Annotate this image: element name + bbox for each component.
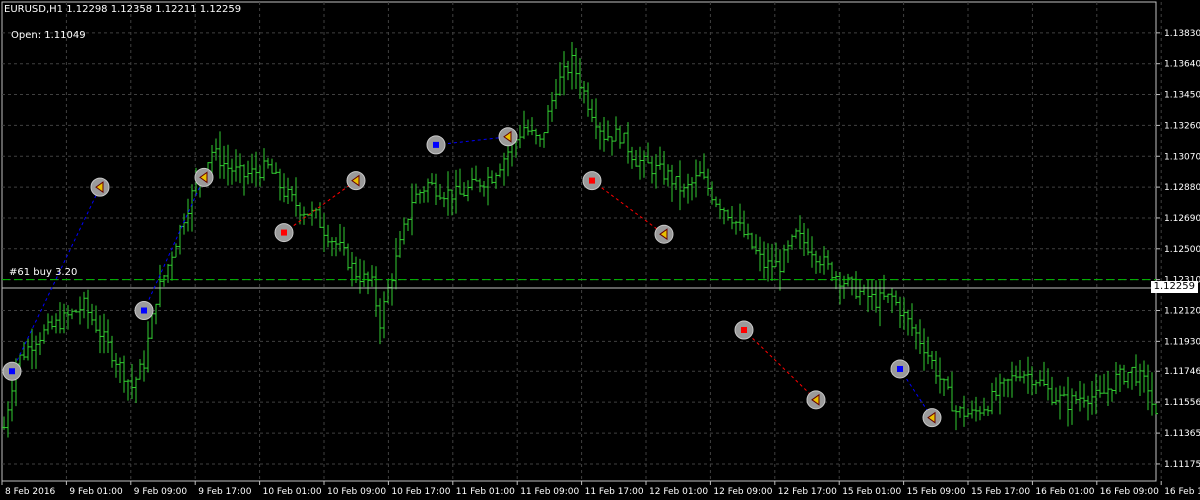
y-tick-label: 1.13260 xyxy=(1164,121,1200,131)
x-tick-label: 11 Feb 17:00 xyxy=(585,487,644,497)
trade-line xyxy=(591,180,665,235)
y-tick-label: 1.13450 xyxy=(1164,91,1200,101)
x-tick-label: 8 Feb 2016 xyxy=(5,487,56,497)
x-tick-label: 12 Feb 01:00 xyxy=(649,487,708,497)
y-tick-label: 1.11930 xyxy=(1164,337,1200,347)
trade-entry-dot xyxy=(9,368,15,375)
y-tick-label: 1.11365 xyxy=(1164,429,1200,439)
x-tick-label: 10 Feb 09:00 xyxy=(327,487,386,497)
x-tick-label: 15 Feb 01:00 xyxy=(842,487,901,497)
x-tick-label: 10 Feb 01:00 xyxy=(263,487,322,497)
x-tick-label: 9 Feb 01:00 xyxy=(69,487,123,497)
order-label: #61 buy 3.20 xyxy=(9,267,78,278)
y-tick-label: 1.12690 xyxy=(1164,214,1200,224)
x-tick-label: 16 Feb 17:00 xyxy=(1164,487,1200,497)
x-tick-label: 15 Feb 09:00 xyxy=(907,487,966,497)
x-tick-label: 11 Feb 09:00 xyxy=(520,487,579,497)
current-price-tag: 1.12259 xyxy=(1150,281,1198,293)
trade-entry-dot xyxy=(741,326,747,333)
open-price-label: Open: 1.11049 xyxy=(11,30,86,41)
trade-entry-dot xyxy=(281,229,287,236)
x-tick-label: 12 Feb 09:00 xyxy=(713,487,772,497)
y-tick-label: 1.13640 xyxy=(1164,60,1200,70)
x-tick-label: 16 Feb 09:00 xyxy=(1100,487,1159,497)
x-tick-label: 10 Feb 17:00 xyxy=(391,487,450,497)
x-tick-label: 11 Feb 01:00 xyxy=(456,487,515,497)
trade-line xyxy=(435,136,509,146)
y-tick-label: 1.12120 xyxy=(1164,307,1200,317)
chart-title: EURUSD,H1 1.12298 1.12358 1.12211 1.1225… xyxy=(4,4,242,15)
x-tick-label: 9 Feb 17:00 xyxy=(198,487,252,497)
trade-entry-dot xyxy=(589,177,595,184)
y-tick-label: 1.11556 xyxy=(1164,398,1200,408)
trade-entry-dot xyxy=(141,307,147,314)
x-tick-label: 12 Feb 17:00 xyxy=(778,487,837,497)
chart-window: 8 Feb 2016 9 Feb 01:00 9 Feb 09:00 9 Feb 17… xyxy=(0,0,1200,500)
trade-line xyxy=(743,329,817,401)
trade-entry-dot xyxy=(433,141,439,148)
x-tick-label: 16 Feb 01:00 xyxy=(1035,487,1094,497)
y-tick-label: 1.13830 xyxy=(1164,29,1200,39)
y-tick-label: 1.12880 xyxy=(1164,183,1200,193)
y-tick-label: 1.12500 xyxy=(1164,245,1200,255)
price-chart[interactable]: 8 Feb 2016 9 Feb 01:00 9 Feb 09:00 9 Feb 17… xyxy=(0,0,1200,500)
trade-entry-dot xyxy=(897,365,903,372)
y-tick-label: 1.13070 xyxy=(1164,152,1200,162)
x-tick-label: 9 Feb 09:00 xyxy=(134,487,188,497)
x-tick-label: 15 Feb 17:00 xyxy=(971,487,1030,497)
y-tick-label: 1.11746 xyxy=(1164,367,1200,377)
y-tick-label: 1.11175 xyxy=(1164,460,1200,470)
